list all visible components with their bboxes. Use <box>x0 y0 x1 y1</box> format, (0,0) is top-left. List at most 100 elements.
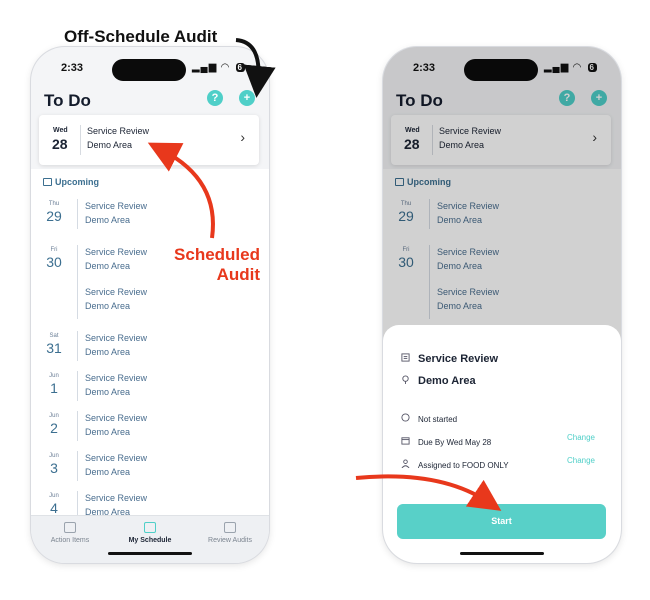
calendar-icon <box>43 178 52 186</box>
day-number: 4 <box>50 500 58 515</box>
sheet-due-row: Due By Wed May 28 <box>401 432 491 450</box>
date-jun-2: Jun 2 <box>39 413 69 436</box>
phone-audit-sheet-screen: 2:33 ▂▄▆ ◠ 6 To Do ? + Wed 28 Service Re… <box>383 47 621 563</box>
list-item-area[interactable]: Demo Area <box>85 261 130 271</box>
divider <box>80 125 81 155</box>
today-audit-card[interactable]: Wed 28 Service Review Demo Area › <box>39 115 259 165</box>
scheduled-annotation-line1: Scheduled <box>174 245 260 264</box>
list-item-title[interactable]: Service Review <box>85 453 147 463</box>
today-audit-area: Demo Area <box>87 140 133 150</box>
tab-label: Action Items <box>50 537 90 544</box>
add-audit-button[interactable]: + <box>239 90 255 106</box>
tab-label: My Schedule <box>128 537 172 544</box>
tab-action-items[interactable]: Action Items <box>35 522 105 544</box>
tab-review-audits[interactable]: Review Audits <box>195 522 265 544</box>
tab-my-schedule[interactable]: My Schedule <box>115 522 185 544</box>
calendar-icon <box>401 437 410 445</box>
day-number: 29 <box>46 208 62 224</box>
status-time: 2:33 <box>61 62 84 74</box>
chevron-right-icon: › <box>240 129 245 145</box>
weekday: Fri <box>50 247 58 253</box>
bottom-tab-bar: Action Items My Schedule Review Audits <box>31 515 269 563</box>
home-indicator <box>460 552 544 555</box>
list-item-area[interactable]: Demo Area <box>85 507 130 515</box>
clipboard-icon <box>401 353 410 362</box>
dynamic-island <box>112 59 186 81</box>
today-day: 28 <box>52 136 68 152</box>
day-number: 30 <box>46 254 62 270</box>
divider <box>77 371 78 401</box>
signal-icon: ▂▄▆ <box>191 62 218 73</box>
divider <box>77 451 78 481</box>
upcoming-heading: Upcoming <box>43 177 99 187</box>
date-jun-3: Jun 3 <box>39 453 69 476</box>
sheet-status-row: Not started <box>401 409 457 427</box>
divider <box>77 331 78 361</box>
change-due-date-link[interactable]: Change <box>567 433 595 442</box>
today-weekday: Wed <box>53 127 68 134</box>
weekday: Jun <box>49 413 59 419</box>
location-pin-icon <box>402 375 409 384</box>
person-icon <box>401 459 410 468</box>
change-assignee-link[interactable]: Change <box>567 456 595 465</box>
date-sat-31: Sat 31 <box>39 333 69 356</box>
date-fri-30: Fri 30 <box>39 247 69 270</box>
date-jun-1: Jun 1 <box>39 373 69 396</box>
list-item-area[interactable]: Demo Area <box>85 215 130 225</box>
sheet-area: Demo Area <box>418 375 476 387</box>
audit-detail-sheet: Service Review Demo Area Not started Due… <box>383 325 621 563</box>
status-bar: 2:33 ▂▄▆ ◠ 6 <box>31 59 269 81</box>
list-item-title[interactable]: Service Review <box>85 373 147 383</box>
calendar-icon <box>144 522 156 533</box>
off-schedule-annotation: Off-Schedule Audit <box>64 27 218 46</box>
sheet-assigned-row: Assigned to FOOD ONLY <box>401 455 509 473</box>
phone-schedule-screen: 2:33 ▂▄▆ ◠ 6 To Do ? + Wed 28 Service Re… <box>31 47 269 563</box>
weekday: Jun <box>49 373 59 379</box>
list-item-title[interactable]: Service Review <box>85 247 147 257</box>
divider <box>77 491 78 515</box>
list-item-title[interactable]: Service Review <box>85 201 147 211</box>
weekday: Jun <box>49 493 59 499</box>
divider <box>77 411 78 441</box>
status-icons: ▂▄▆ ◠ 6 <box>192 62 245 73</box>
list-item-title[interactable]: Service Review <box>85 413 147 423</box>
sheet-status: Not started <box>418 415 458 424</box>
status-circle-icon <box>401 413 410 422</box>
upcoming-label: Upcoming <box>55 177 99 187</box>
page-title: To Do <box>44 91 91 110</box>
sheet-assignee: Assigned to FOOD ONLY <box>418 461 509 470</box>
sheet-title-row: Service Review <box>401 349 498 367</box>
home-icon <box>64 522 76 533</box>
help-button[interactable]: ? <box>207 90 223 106</box>
day-number: 1 <box>50 380 58 396</box>
weekday: Thu <box>48 201 60 207</box>
sheet-title: Service Review <box>418 353 499 365</box>
wifi-icon: ◠ <box>221 62 230 73</box>
list-item-area[interactable]: Demo Area <box>85 347 130 357</box>
list-item-title[interactable]: Service Review <box>85 333 147 343</box>
day-number: 31 <box>46 340 62 356</box>
list-item-title[interactable]: Service Review <box>85 287 147 297</box>
scheduled-annotation: Scheduled Audit <box>150 245 260 285</box>
day-number: 2 <box>50 420 58 436</box>
date-thu-29: Thu 29 <box>39 201 69 224</box>
list-item-area[interactable]: Demo Area <box>85 467 130 477</box>
sheet-due-date: Due By Wed May 28 <box>418 438 492 447</box>
day-number: 3 <box>50 460 58 476</box>
weekday: Jun <box>49 453 59 459</box>
list-item-title[interactable]: Service Review <box>85 493 147 503</box>
start-audit-button[interactable]: Start <box>397 504 606 539</box>
today-audit-title: Service Review <box>87 126 150 136</box>
list-item-area[interactable]: Demo Area <box>85 387 130 397</box>
list-item-area[interactable]: Demo Area <box>85 427 130 437</box>
battery-icon: 6 <box>235 63 245 72</box>
review-icon <box>224 522 236 533</box>
date-jun-4: Jun 4 <box>39 493 69 515</box>
divider <box>77 199 78 229</box>
upcoming-list: Upcoming Thu 29 Service Review Demo Area… <box>31 169 269 515</box>
sheet-area-row: Demo Area <box>401 371 476 389</box>
list-item-area[interactable]: Demo Area <box>85 301 130 311</box>
tab-label: Review Audits <box>208 537 252 544</box>
weekday: Sat <box>49 333 59 339</box>
divider <box>77 245 78 319</box>
